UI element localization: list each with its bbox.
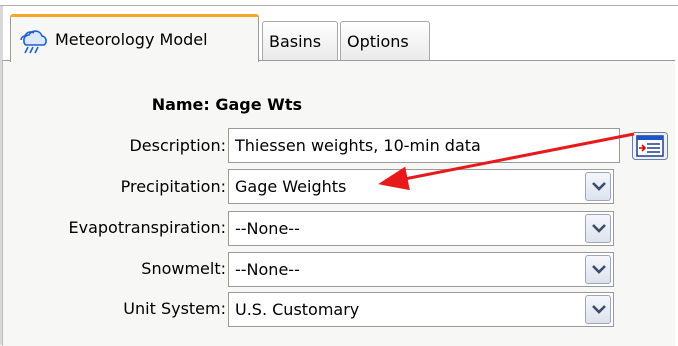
evapotranspiration-value: --None-- [235,219,300,238]
evapotranspiration-label: Evapotranspiration: [68,218,226,237]
description-value: Thiessen weights, 10-min data [235,136,481,155]
tab-label: Meteorology Model [55,30,208,49]
precipitation-dropdown-button[interactable] [585,172,611,201]
chevron-down-icon [592,265,606,274]
unit-system-label: Unit System: [123,299,226,318]
tab-options[interactable]: Options [340,21,430,61]
chevron-down-icon [592,182,606,191]
snowmelt-dropdown-button[interactable] [585,255,611,284]
chevron-down-icon [592,224,606,233]
snowmelt-label: Snowmelt: [141,259,226,278]
evapotranspiration-dropdown-button[interactable] [585,214,611,243]
name-row: Name: Gage Wts [152,88,302,122]
unit-system-dropdown-button[interactable] [585,295,611,324]
description-editor-button[interactable] [632,132,668,160]
description-label: Description: [129,136,226,155]
unit-system-value: U.S. Customary [235,300,360,319]
tab-basins[interactable]: Basins [262,21,338,61]
unit-system-select[interactable]: U.S. Customary [228,292,614,327]
precipitation-select[interactable]: Gage Weights [228,169,614,204]
name-value: Gage Wts [215,95,302,114]
chevron-down-icon [592,305,606,314]
name-label: Name: [151,95,210,114]
snowmelt-select[interactable]: --None-- [228,252,614,287]
precipitation-label: Precipitation: [120,177,226,196]
tab-strip: Meteorology Model Basins Options [0,5,678,62]
meteorology-icon [17,26,51,54]
tab-meteorology-model[interactable]: Meteorology Model [10,14,259,62]
evapotranspiration-select[interactable]: --None-- [228,211,614,246]
description-field[interactable]: Thiessen weights, 10-min data [228,128,620,163]
tab-label: Options [347,32,409,51]
precipitation-value: Gage Weights [235,177,347,196]
snowmelt-value: --None-- [235,260,300,279]
tab-label: Basins [269,32,322,51]
description-editor-icon [632,132,668,160]
